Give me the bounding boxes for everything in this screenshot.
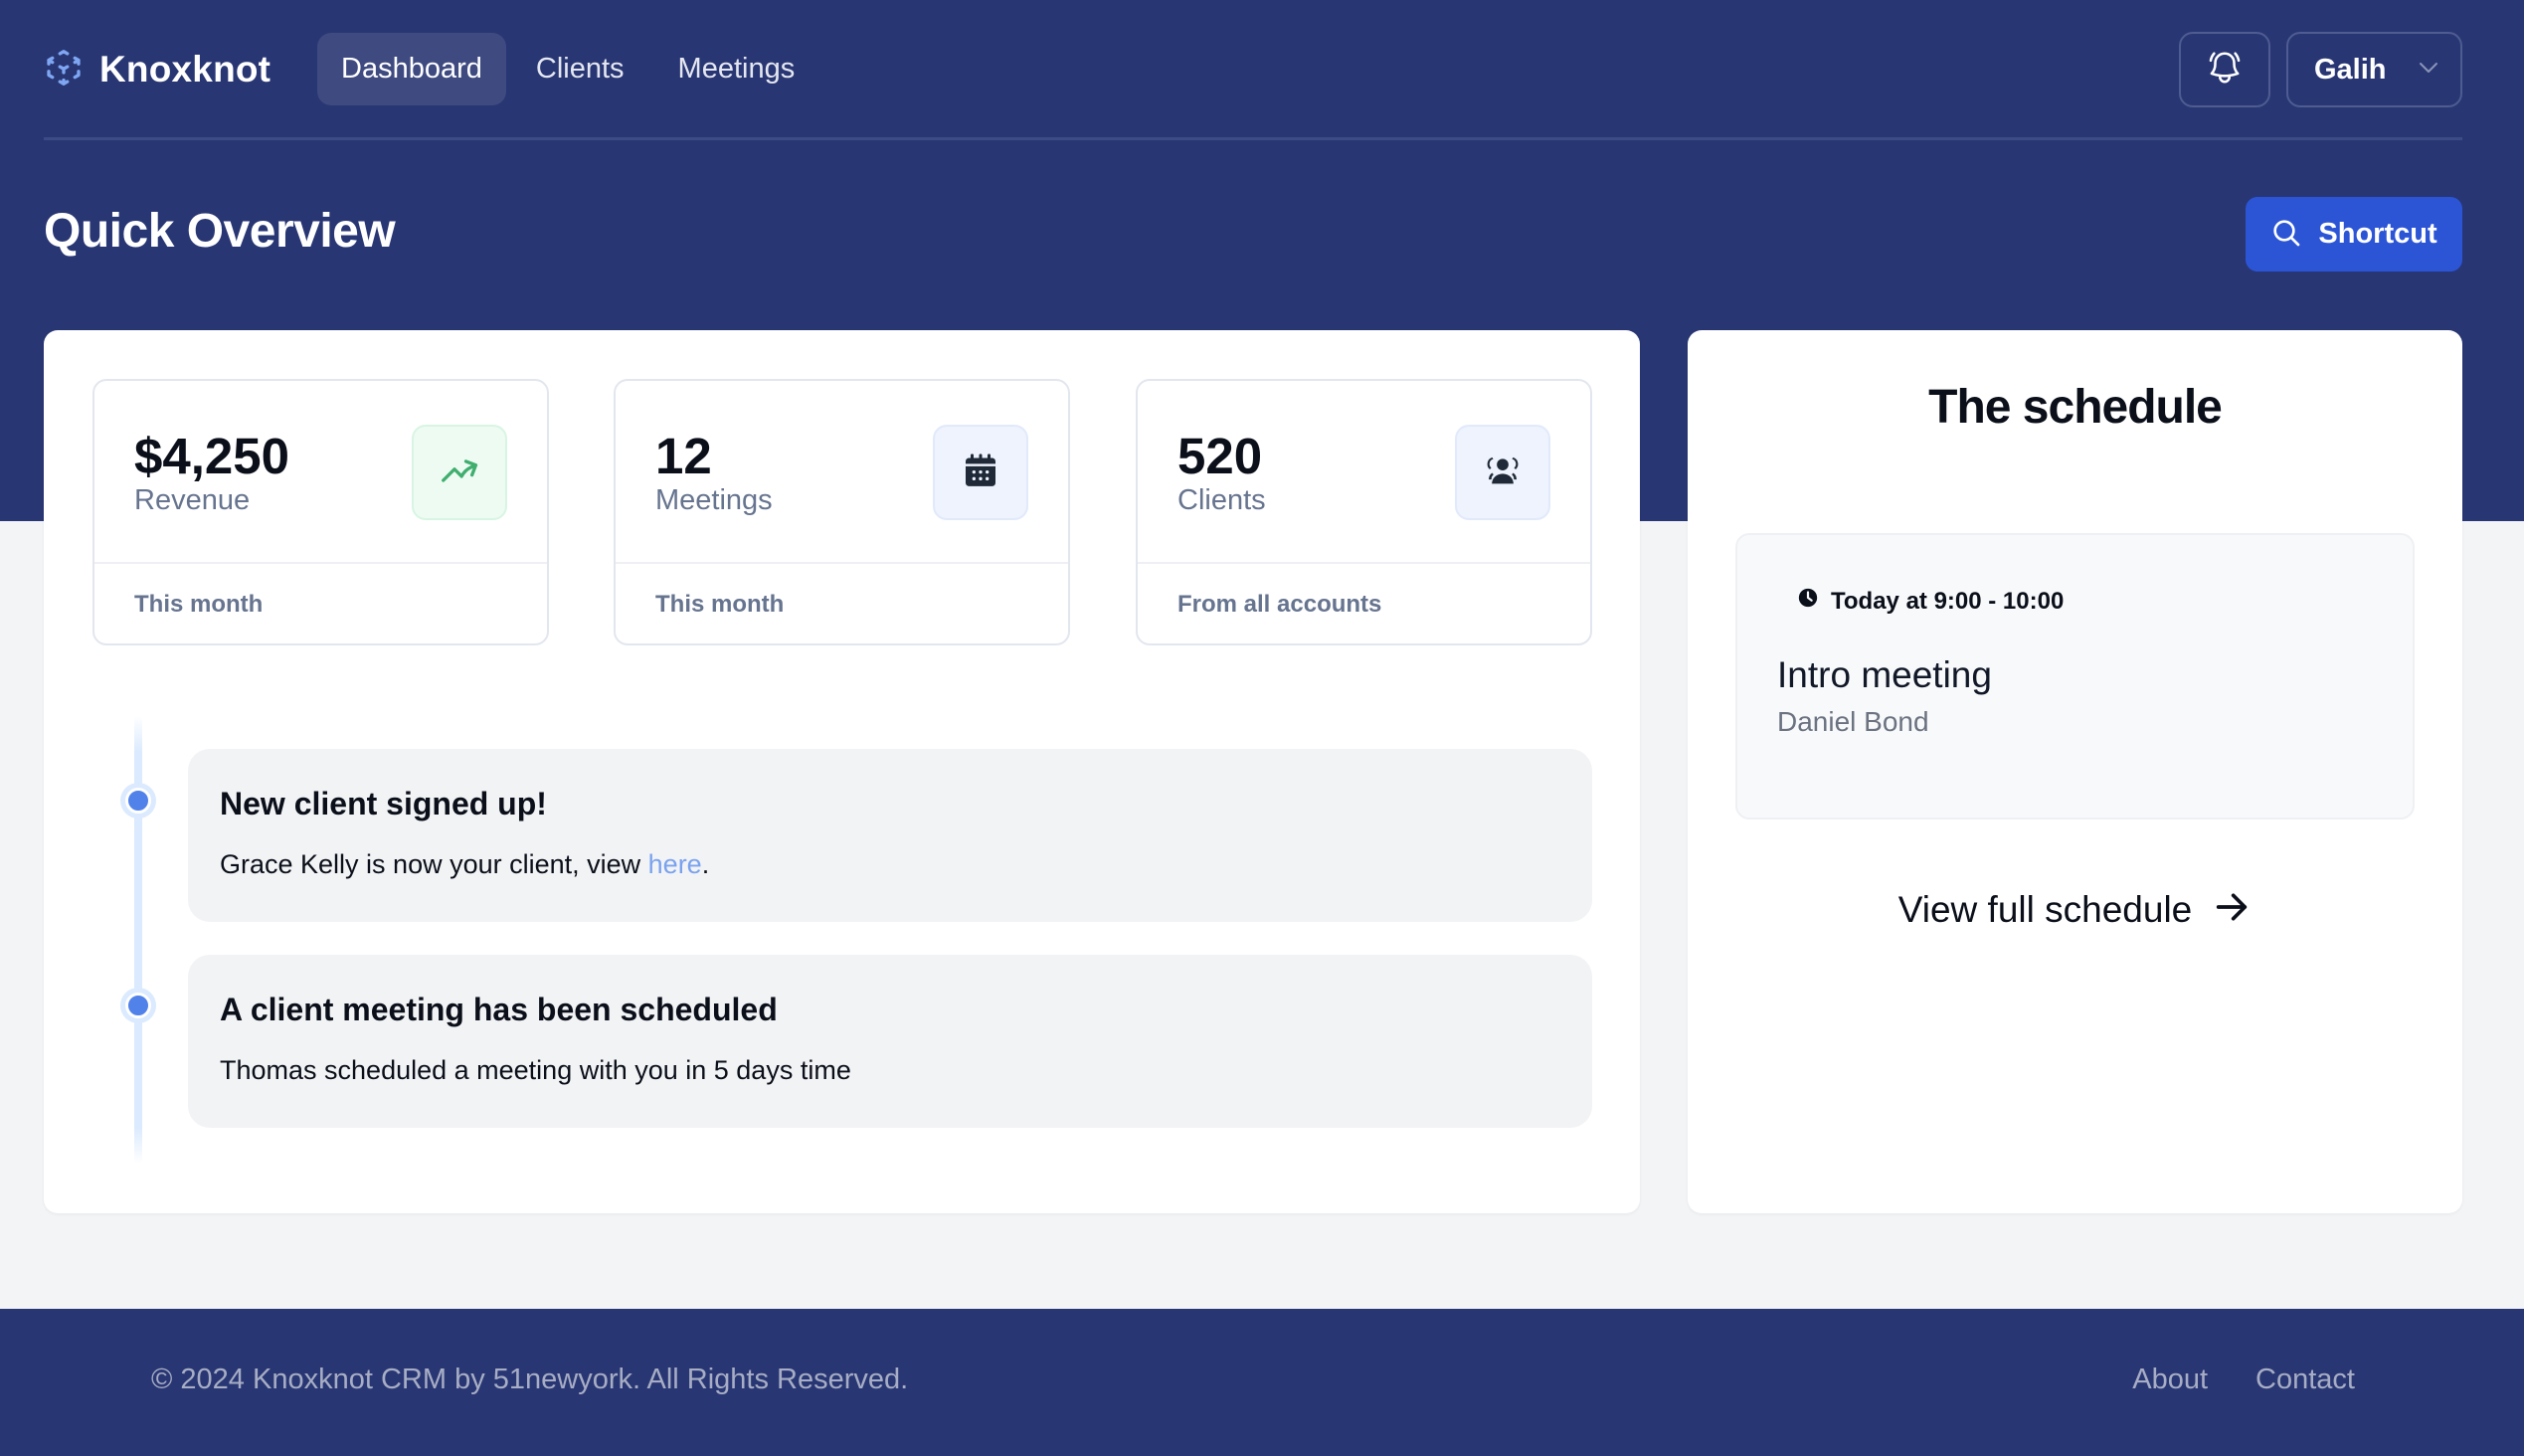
brand-logo[interactable]: Knoxknot	[44, 46, 270, 93]
shortcut-label: Shortcut	[2318, 218, 2437, 250]
schedule-person: Daniel Bond	[1777, 706, 1929, 737]
timeline-dot-inner	[125, 788, 151, 814]
timeline-item-title: New client signed up!	[220, 786, 547, 821]
brand-name: Knoxknot	[99, 49, 271, 90]
schedule-card: The schedule Today at 9:00 - 10:00 Intro…	[1688, 330, 2462, 1213]
timeline-dot-inner	[125, 993, 151, 1018]
shortcut-button[interactable]: Shortcut	[2246, 197, 2462, 272]
stat-value: 520	[1177, 428, 1263, 484]
main-nav: Dashboard Clients Meetings	[317, 33, 818, 105]
view-full-schedule-link[interactable]: View full schedule	[1688, 887, 2462, 932]
user-menu-button[interactable]: Galih	[2286, 32, 2462, 107]
calendar-icon	[961, 451, 1000, 495]
schedule-meeting-name: Intro meeting	[1777, 654, 1992, 695]
trending-up-icon	[440, 451, 479, 495]
page-title: Quick Overview	[44, 205, 396, 258]
nav-dashboard[interactable]: Dashboard	[317, 33, 506, 105]
cube-logo-icon	[44, 48, 84, 92]
overview-card: $4,250 Revenue This month 12 Meetings Th…	[44, 330, 1640, 1213]
timeline-item-title: A client meeting has been scheduled	[220, 992, 778, 1027]
stat-footer: This month	[655, 591, 785, 618]
schedule-time-text: Today at 9:00 - 10:00	[1831, 587, 2065, 615]
stat-card-revenue[interactable]: $4,250 Revenue This month	[92, 379, 549, 645]
timeline-dot	[120, 988, 156, 1023]
stat-label: Clients	[1177, 484, 1266, 516]
stat-card-body: 12 Meetings	[616, 381, 1068, 564]
stat-card-body: $4,250 Revenue	[94, 381, 547, 564]
stat-value: $4,250	[134, 428, 289, 484]
stat-label: Meetings	[655, 484, 773, 516]
clock-icon	[1797, 587, 1819, 616]
nav-meetings[interactable]: Meetings	[654, 33, 819, 105]
header-actions: Galih	[2179, 32, 2462, 107]
stat-card-body: 520 Clients	[1138, 381, 1590, 564]
footer-link-about[interactable]: About	[2132, 1364, 2208, 1396]
stat-footer: From all accounts	[1177, 591, 1382, 618]
stat-card-clients[interactable]: 520 Clients From all accounts	[1136, 379, 1592, 645]
schedule-title: The schedule	[1928, 381, 2223, 434]
view-full-schedule-label: View full schedule	[1897, 888, 2193, 930]
view-client-link[interactable]: here	[648, 849, 702, 879]
arrow-right-icon	[2212, 887, 2252, 932]
timeline-text-before: Grace Kelly is now your client, view	[220, 849, 648, 879]
timeline-dot	[120, 783, 156, 819]
timeline-text-after: .	[701, 849, 710, 879]
users-icon	[1483, 451, 1523, 495]
stat-icon-box	[1455, 425, 1550, 520]
timeline-item-text: Grace Kelly is now your client, view her…	[220, 849, 709, 880]
schedule-time: Today at 9:00 - 10:00	[1797, 587, 2064, 616]
nav-clients[interactable]: Clients	[512, 33, 648, 105]
user-name: Galih	[2314, 53, 2387, 86]
footer-links: About Contact	[2132, 1364, 2355, 1396]
notifications-button[interactable]	[2179, 32, 2270, 107]
bell-icon	[2206, 49, 2244, 91]
copyright-text: © 2024 Knoxknot CRM by 51newyork. All Ri…	[151, 1364, 909, 1395]
stat-value: 12	[655, 428, 712, 484]
top-navbar: Knoxknot Dashboard Clients Meetings Gali…	[44, 0, 2462, 140]
schedule-item[interactable]: Today at 9:00 - 10:00 Intro meeting Dani…	[1735, 533, 2415, 819]
stat-label: Revenue	[134, 484, 251, 516]
search-icon	[2270, 217, 2302, 252]
chevron-down-icon	[2417, 56, 2440, 85]
stat-footer: This month	[134, 591, 264, 618]
timeline-item: New client signed up! Grace Kelly is now…	[188, 749, 1592, 922]
timeline-item: A client meeting has been scheduled Thom…	[188, 955, 1592, 1128]
stat-card-meetings[interactable]: 12 Meetings This month	[614, 379, 1070, 645]
timeline-item-text: Thomas scheduled a meeting with you in 5…	[220, 1055, 851, 1085]
stat-icon-box	[412, 425, 507, 520]
footer-link-contact[interactable]: Contact	[2255, 1364, 2355, 1396]
footer: © 2024 Knoxknot CRM by 51newyork. All Ri…	[0, 1309, 2524, 1456]
stat-icon-box	[933, 425, 1028, 520]
